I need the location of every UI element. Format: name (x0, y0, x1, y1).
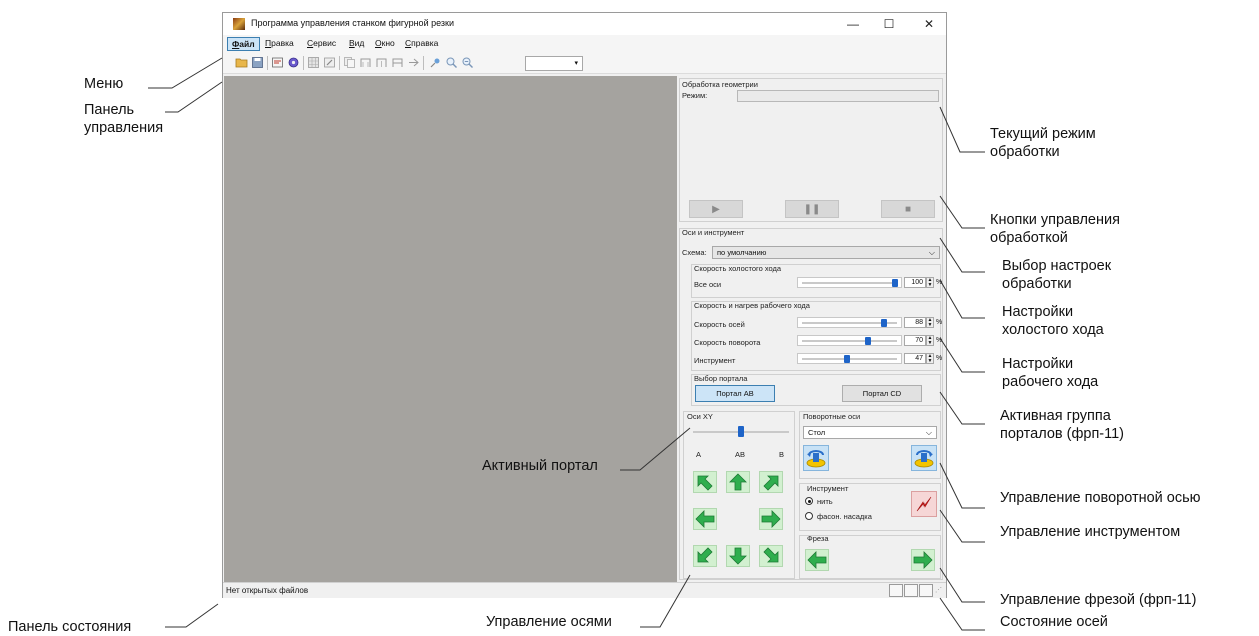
annotation-group-line2: порталов (фрп-11) (1000, 426, 1125, 442)
annotation-tool-control: Управление инструментом (1000, 524, 1181, 540)
annotation-mill-control: Управление фрезой (фрп-11) (1000, 592, 1197, 608)
annotation-idle-line2: холостого хода (1002, 322, 1104, 338)
annotation-work-line1: Настройки (1002, 356, 1074, 372)
annotation-active-portal: Активный портал (482, 458, 598, 474)
annotation-axes-state: Состояние осей (1000, 614, 1108, 630)
annotation-toolbar-line2: управления (84, 120, 164, 136)
annotation-mode-line1: Текущий режим (990, 126, 1096, 142)
annotation-scheme-line2: обработки (1002, 276, 1072, 292)
annotation-axis-control: Управление осями (486, 614, 612, 630)
annotation-buttons-line2: обработкой (990, 230, 1068, 246)
annotation-menu: Меню (84, 76, 124, 92)
annotation-mode-line2: обработки (990, 144, 1060, 160)
annotation-idle-line1: Настройки (1002, 304, 1074, 320)
annotation-work-line2: рабочего хода (1002, 374, 1099, 390)
annotation-rotary-control: Управление поворотной осью (1000, 490, 1201, 506)
annotation-buttons-line1: Кнопки управления (990, 212, 1120, 228)
annotation-scheme-line1: Выбор настроек (1002, 258, 1112, 274)
annotation-group-line1: Активная группа (1000, 408, 1111, 424)
annotation-toolbar-line1: Панель (84, 102, 135, 118)
annotation-status-bar: Панель состояния (8, 619, 132, 635)
